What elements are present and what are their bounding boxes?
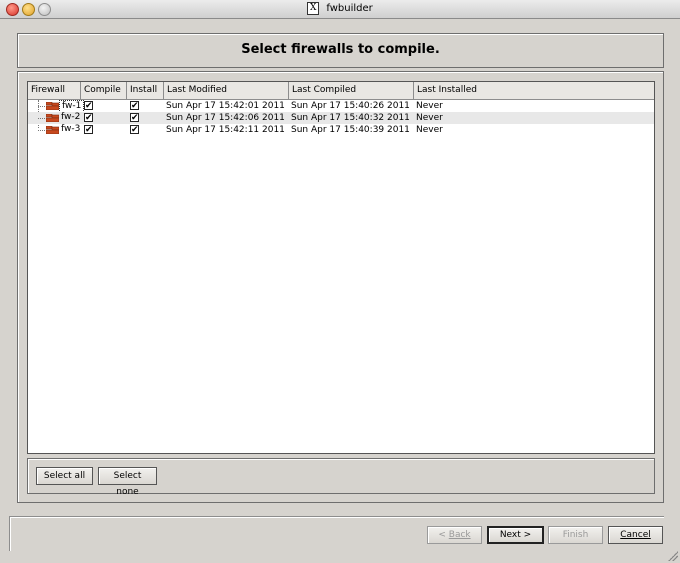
compile-checkbox[interactable]: ✔ bbox=[84, 113, 93, 123]
window-title: X fwbuilder bbox=[0, 2, 680, 15]
table-row[interactable]: fw-2 ✔ ✔ Sun Apr 17 15:42:06 2011 Sun Ap… bbox=[28, 112, 654, 124]
last-installed-cell: Never bbox=[416, 101, 443, 111]
last-modified-cell: Sun Apr 17 15:42:06 2011 bbox=[166, 113, 285, 123]
firewall-name[interactable]: fw-2 bbox=[59, 112, 82, 123]
column-header-last-compiled[interactable]: Last Compiled bbox=[289, 82, 414, 99]
next-button[interactable]: Next > bbox=[487, 526, 544, 544]
wizard-button-bar: < Back Next > Finish Cancel bbox=[9, 516, 664, 551]
column-header-last-modified[interactable]: Last Modified bbox=[164, 82, 289, 99]
selection-buttons-group: Select all Select none bbox=[27, 458, 655, 497]
install-checkbox[interactable]: ✔ bbox=[130, 113, 139, 123]
resize-grip-icon[interactable] bbox=[668, 551, 678, 561]
firewall-icon bbox=[46, 102, 59, 110]
cancel-button[interactable]: Cancel bbox=[608, 526, 663, 544]
window-title-text: fwbuilder bbox=[326, 3, 373, 14]
install-checkbox[interactable]: ✔ bbox=[130, 125, 139, 135]
compile-checkbox[interactable]: ✔ bbox=[84, 125, 93, 135]
cancel-label: Cancel bbox=[620, 530, 651, 540]
compile-checkbox[interactable]: ✔ bbox=[84, 101, 93, 111]
main-panel: Firewall Compile Install Last Modified L… bbox=[17, 71, 664, 503]
back-arrow: < bbox=[438, 530, 449, 540]
column-header-compile[interactable]: Compile bbox=[81, 82, 127, 99]
firewall-icon bbox=[46, 126, 59, 134]
table-header: Firewall Compile Install Last Modified L… bbox=[28, 82, 654, 100]
table-row[interactable]: fw-3 ✔ ✔ Sun Apr 17 15:42:11 2011 Sun Ap… bbox=[28, 124, 654, 136]
finish-button[interactable]: Finish bbox=[548, 526, 603, 544]
window-title-bar: X fwbuilder bbox=[0, 0, 680, 19]
last-modified-cell: Sun Apr 17 15:42:11 2011 bbox=[166, 125, 285, 135]
column-header-last-installed[interactable]: Last Installed bbox=[414, 82, 654, 99]
table-row[interactable]: fw-1 ✔ ✔ Sun Apr 17 15:42:01 2011 Sun Ap… bbox=[28, 100, 654, 113]
last-installed-cell: Never bbox=[416, 125, 443, 135]
column-header-firewall[interactable]: Firewall bbox=[28, 82, 81, 99]
tree-branch bbox=[38, 106, 45, 107]
back-label: Back bbox=[448, 530, 471, 540]
select-none-button[interactable]: Select none bbox=[98, 467, 157, 497]
page-title: Select firewalls to compile. bbox=[241, 42, 440, 57]
install-checkbox[interactable]: ✔ bbox=[130, 101, 139, 111]
firewall-icon bbox=[46, 114, 59, 122]
last-compiled-cell: Sun Apr 17 15:40:39 2011 bbox=[291, 125, 410, 135]
last-compiled-cell: Sun Apr 17 15:40:32 2011 bbox=[291, 113, 410, 123]
tree-branch bbox=[38, 130, 45, 131]
last-installed-cell: Never bbox=[416, 113, 443, 123]
select-all-button[interactable]: Select all bbox=[36, 467, 93, 485]
back-button[interactable]: < Back bbox=[427, 526, 482, 544]
last-modified-cell: Sun Apr 17 15:42:01 2011 bbox=[166, 101, 285, 111]
column-header-install[interactable]: Install bbox=[127, 82, 164, 99]
firewall-name[interactable]: fw-3 bbox=[59, 124, 82, 135]
tree-branch bbox=[38, 118, 45, 119]
wizard-header: Select firewalls to compile. bbox=[17, 33, 664, 68]
firewall-table[interactable]: Firewall Compile Install Last Modified L… bbox=[27, 81, 655, 454]
last-compiled-cell: Sun Apr 17 15:40:26 2011 bbox=[291, 101, 410, 111]
x11-icon: X bbox=[307, 2, 320, 15]
